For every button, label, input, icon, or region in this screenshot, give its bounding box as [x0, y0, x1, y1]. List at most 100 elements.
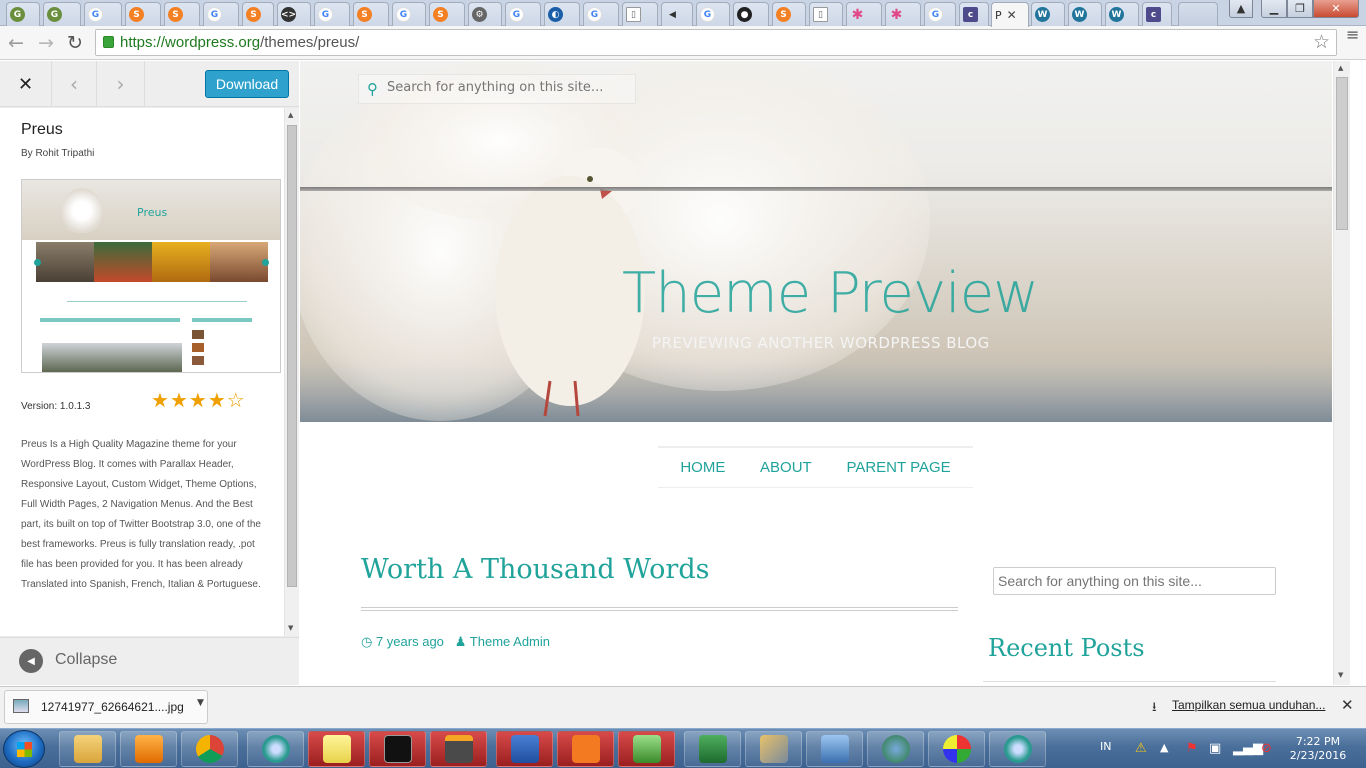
clock[interactable]: 7:22 PM 2/23/2016	[1286, 735, 1350, 763]
address-bar[interactable]: https://wordpress.org/themes/preus/ ☆	[95, 29, 1337, 56]
app-taskbar-button[interactable]	[989, 731, 1046, 767]
browser-tab-active[interactable]: P ✕	[991, 2, 1029, 27]
browser-tab[interactable]: W	[1105, 2, 1139, 26]
volume-muted-icon[interactable]: ⊘	[1261, 741, 1272, 756]
browser-tab[interactable]: G	[583, 2, 619, 26]
back-icon[interactable]: ←	[5, 32, 27, 54]
language-indicator[interactable]: IN	[1100, 740, 1111, 753]
preview-scrollbar[interactable]: ▲ ▼	[1333, 61, 1350, 685]
nav-home[interactable]: HOME	[680, 459, 725, 476]
browser-tab[interactable]: c	[959, 2, 989, 26]
flag-icon[interactable]: ⚑	[1186, 741, 1198, 756]
warning-icon[interactable]: ⚠	[1135, 741, 1147, 756]
scroll-up-icon[interactable]: ▲	[1338, 64, 1343, 72]
browser-tab[interactable]: ⚙	[468, 2, 502, 26]
virtualbox-taskbar-button[interactable]	[806, 731, 863, 767]
browser-tab[interactable]: ◐	[544, 2, 580, 26]
start-button[interactable]	[3, 730, 45, 768]
browser-tab[interactable]: S	[242, 2, 274, 26]
reload-icon[interactable]: ↻	[64, 32, 86, 54]
user-icon[interactable]: ▲	[1229, 0, 1253, 18]
new-tab-button[interactable]	[1178, 2, 1218, 26]
header-image: ⚲ Theme Preview PREVIEWING ANOTHER WORDP…	[300, 61, 1332, 422]
browser-tab[interactable]: G	[6, 2, 40, 26]
word-taskbar-button[interactable]	[496, 731, 553, 767]
browser-tab[interactable]: ✱	[846, 2, 882, 26]
nav-about[interactable]: ABOUT	[760, 459, 812, 476]
close-window-button[interactable]: ✕	[1313, 0, 1359, 18]
paint-taskbar-button[interactable]	[928, 731, 985, 767]
browser-tab[interactable]: ✱	[885, 2, 921, 26]
show-all-downloads-link[interactable]: Tampilkan semua unduhan...	[1172, 698, 1325, 712]
site-title[interactable]: Theme Preview	[622, 261, 1039, 326]
chrome-taskbar-button[interactable]	[181, 731, 238, 767]
media-player-taskbar-button[interactable]	[120, 731, 177, 767]
browser-tab[interactable]: W	[1031, 2, 1065, 26]
scroll-down-icon[interactable]: ▼	[1338, 671, 1343, 679]
star-filled-icon: ★	[151, 388, 170, 412]
browser-tab[interactable]: ●	[733, 2, 769, 26]
header-search-input[interactable]	[387, 80, 627, 95]
browser-tab[interactable]: ◀	[661, 2, 693, 26]
nav-parent-page[interactable]: PARENT PAGE	[846, 459, 950, 476]
header-search[interactable]: ⚲	[358, 74, 636, 104]
sidebar-scrollbar-thumb[interactable]	[287, 125, 297, 587]
browser-tab[interactable]: G	[203, 2, 239, 26]
post-title[interactable]: Worth A Thousand Words	[361, 554, 709, 585]
close-icon[interactable]: ✕	[0, 61, 52, 107]
active-tab-label: P	[995, 8, 1002, 22]
scroll-up-icon[interactable]: ▲	[288, 111, 293, 119]
xampp-taskbar-button[interactable]	[557, 731, 614, 767]
browser-tab[interactable]: ▯	[809, 2, 843, 26]
terminal-taskbar-button[interactable]	[369, 731, 426, 767]
next-theme-icon[interactable]: ›	[97, 61, 145, 107]
browser-tab[interactable]: G	[924, 2, 956, 26]
sticky-notes-taskbar-button[interactable]	[308, 731, 365, 767]
maximize-button[interactable]: ❐	[1287, 0, 1313, 18]
menu-icon[interactable]: ≡	[1346, 27, 1359, 43]
widget-search-input[interactable]	[993, 567, 1276, 595]
download-manager-taskbar-button[interactable]	[867, 731, 924, 767]
browser-tab[interactable]: S	[429, 2, 465, 26]
preview-scrollbar-thumb[interactable]	[1336, 77, 1348, 230]
browser-tab[interactable]: G	[696, 2, 730, 26]
collapse-button[interactable]: ◀ Collapse	[0, 637, 299, 685]
browser-tab[interactable]: G	[392, 2, 426, 26]
browser-tab[interactable]: c	[1142, 2, 1172, 26]
excel-taskbar-button[interactable]	[684, 731, 741, 767]
header-divider	[300, 187, 1332, 191]
browser-tab[interactable]: W	[1068, 2, 1102, 26]
browser-tab[interactable]: <>	[277, 2, 311, 26]
stackoverflow-icon: S	[129, 7, 144, 22]
device-icon[interactable]: ▣	[1209, 741, 1221, 756]
scroll-down-icon[interactable]: ▼	[288, 624, 293, 632]
signal-icon[interactable]: ▂▄▆	[1233, 741, 1263, 756]
browser-tab[interactable]: S	[772, 2, 806, 26]
browser-tab[interactable]: S	[164, 2, 200, 26]
chevron-down-icon[interactable]: ▼	[197, 698, 204, 708]
post-author[interactable]: Theme Admin	[470, 634, 550, 649]
forward-icon[interactable]: →	[35, 32, 57, 54]
tools-taskbar-button[interactable]	[745, 731, 802, 767]
browser-tab[interactable]: G	[43, 2, 81, 26]
browser-tab[interactable]: S	[353, 2, 389, 26]
sublime-taskbar-button[interactable]	[430, 731, 487, 767]
download-item[interactable]: 12741977_62664621....jpg ▼	[4, 690, 208, 724]
previous-theme-icon[interactable]: ‹	[52, 61, 97, 107]
browser-tab[interactable]: ▯	[622, 2, 658, 26]
bookmark-star-icon[interactable]: ☆	[1313, 31, 1330, 53]
browser-tab[interactable]: G	[314, 2, 350, 26]
app-taskbar-button[interactable]	[247, 731, 304, 767]
chevron-up-icon[interactable]: ▲	[1160, 741, 1168, 754]
download-button[interactable]: Download	[205, 70, 289, 98]
browser-tab[interactable]: G	[84, 2, 122, 26]
post-date[interactable]: 7 years ago	[376, 634, 444, 649]
close-tab-icon[interactable]: ✕	[1007, 8, 1017, 22]
notepad-taskbar-button[interactable]	[618, 731, 675, 767]
browser-tab[interactable]: S	[125, 2, 161, 26]
minimize-button[interactable]: ▁	[1261, 0, 1287, 18]
sidebar-scrollbar[interactable]: ▲ ▼	[284, 108, 299, 636]
close-downloads-icon[interactable]: ✕	[1341, 696, 1354, 714]
browser-tab[interactable]: G	[505, 2, 541, 26]
explorer-taskbar-button[interactable]	[59, 731, 116, 767]
